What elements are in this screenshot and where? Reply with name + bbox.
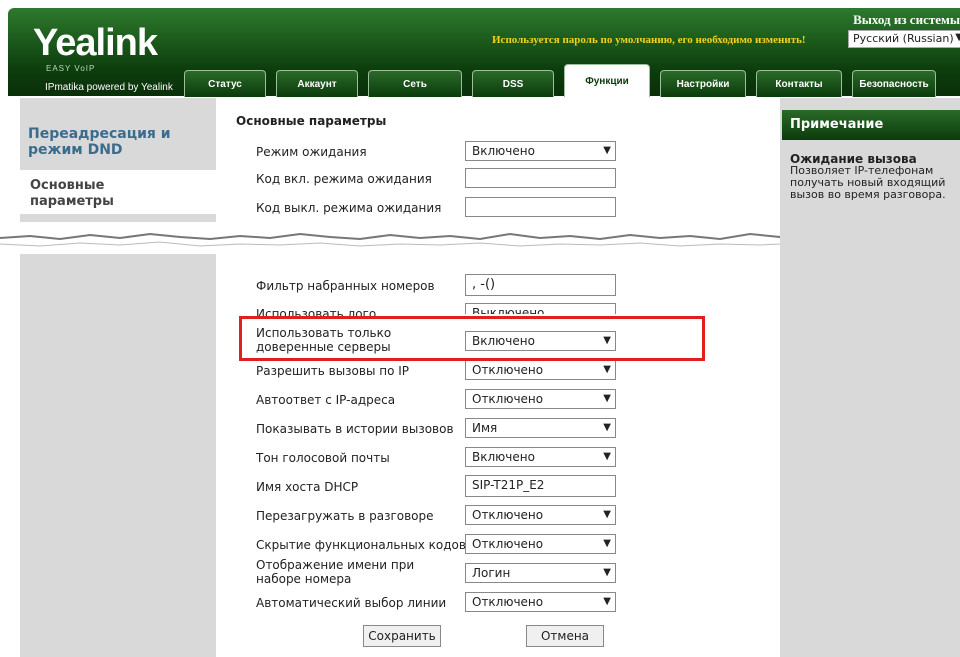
save-button[interactable]: Сохранить	[363, 625, 441, 647]
row-label: Тон голосовой почты	[256, 451, 390, 465]
select-value: Имя	[472, 421, 498, 435]
tab-dss[interactable]: DSS	[472, 70, 554, 97]
row-label: Фильтр набранных номеров	[256, 279, 435, 293]
row-label: Отображение имени при наборе номера	[256, 558, 415, 586]
select-value: Отключено	[472, 392, 544, 406]
tab-security[interactable]: Безопасность	[852, 70, 936, 97]
tab-account[interactable]: Аккаунт	[276, 70, 358, 97]
row-label: Показывать в истории вызовов	[256, 422, 454, 436]
select-value: Выключено	[472, 306, 545, 314]
section-title: Основные параметры	[236, 114, 387, 128]
note-header: Примечание	[782, 110, 960, 140]
chevron-down-icon: ▼	[603, 451, 611, 462]
chevron-down-icon: ▼	[603, 393, 611, 404]
select-value: Отключено	[472, 508, 544, 522]
select-value: Отключено	[472, 363, 544, 377]
row-label: Скрытие функциональных кодов	[256, 538, 466, 552]
highlight-box	[239, 316, 705, 361]
tab-features[interactable]: Функции	[564, 64, 650, 97]
select-value: Отключено	[472, 537, 544, 551]
main-tabs: Статус Аккаунт Сеть DSS Функции Настройк…	[184, 64, 936, 97]
select-value: Отключено	[472, 595, 544, 609]
top-header: Yealink EASY VoIP IPmatika powered by Ye…	[8, 8, 960, 97]
row-label: Режим ожидания	[256, 145, 367, 159]
hide-feature-codes-select[interactable]: Отключено ▼	[465, 534, 616, 554]
chevron-down-icon: ▼	[603, 422, 611, 433]
dhcp-hostname-input[interactable]: SIP-T21P_E2	[465, 475, 616, 497]
select-value: Включено	[472, 144, 535, 158]
powered-by-text: IPmatika powered by Yealink	[45, 82, 173, 93]
chevron-down-icon: ▼	[955, 32, 960, 43]
default-password-warning: Используется пароль по умолчанию, его не…	[492, 34, 806, 46]
logo-subtitle: EASY VoIP	[46, 64, 96, 73]
call-waiting-select[interactable]: Включено ▼	[465, 141, 616, 161]
chevron-down-icon: ▼	[603, 509, 611, 520]
select-value: Включено	[472, 450, 535, 464]
call-waiting-on-code-input[interactable]	[465, 168, 616, 188]
chevron-down-icon: ▼	[603, 596, 611, 607]
voicemail-tone-select[interactable]: Включено ▼	[465, 447, 616, 467]
row-label: Использовать лого	[256, 307, 377, 316]
logo-select[interactable]: Выключено	[465, 303, 616, 314]
select-value: Логин	[472, 566, 511, 580]
call-history-display-select[interactable]: Имя ▼	[465, 418, 616, 438]
cancel-button[interactable]: Отмена	[526, 625, 604, 647]
note-text: Позволяет IP-телефонам получать новый вх…	[790, 164, 946, 201]
tab-settings[interactable]: Настройки	[660, 70, 746, 97]
sidebar-item-general[interactable]: Основные параметры	[30, 178, 160, 210]
chevron-down-icon: ▼	[603, 364, 611, 375]
chevron-down-icon: ▼	[603, 567, 611, 578]
row-label: Код выкл. режима ожидания	[256, 201, 442, 215]
row-label: Автоответ с IP-адреса	[256, 393, 396, 407]
logout-link[interactable]: Выход из системы	[853, 12, 960, 28]
call-waiting-off-code-input[interactable]	[465, 197, 616, 217]
yealink-logo: Yealink	[33, 22, 158, 64]
dial-filter-input[interactable]: , -()	[465, 274, 616, 296]
tab-contacts[interactable]: Контакты	[756, 70, 842, 97]
language-value: Русский (Russian)	[853, 32, 954, 45]
reboot-in-talk-select[interactable]: Отключено ▼	[465, 505, 616, 525]
row-label: Перезагружать в разговоре	[256, 509, 434, 523]
tab-status[interactable]: Статус	[184, 70, 266, 97]
row-label: Автоматический выбор линии	[256, 596, 447, 610]
language-select[interactable]: Русский (Russian) ▼	[848, 30, 960, 48]
dialing-name-display-select[interactable]: Логин ▼	[465, 563, 616, 583]
sidebar-item-forwarding-dnd[interactable]: Переадресация и режим DND	[28, 126, 178, 158]
ip-auto-answer-select[interactable]: Отключено ▼	[465, 389, 616, 409]
tab-network[interactable]: Сеть	[368, 70, 462, 97]
chevron-down-icon: ▼	[603, 145, 611, 156]
row-label: Имя хоста DHCP	[256, 480, 359, 494]
row-label: Разрешить вызовы по IP	[256, 364, 410, 378]
auto-line-select[interactable]: Отключено ▼	[465, 592, 616, 612]
chevron-down-icon: ▼	[603, 538, 611, 549]
allow-ip-call-select[interactable]: Отключено ▼	[465, 360, 616, 380]
row-label: Код вкл. режима ожидания	[256, 172, 432, 186]
